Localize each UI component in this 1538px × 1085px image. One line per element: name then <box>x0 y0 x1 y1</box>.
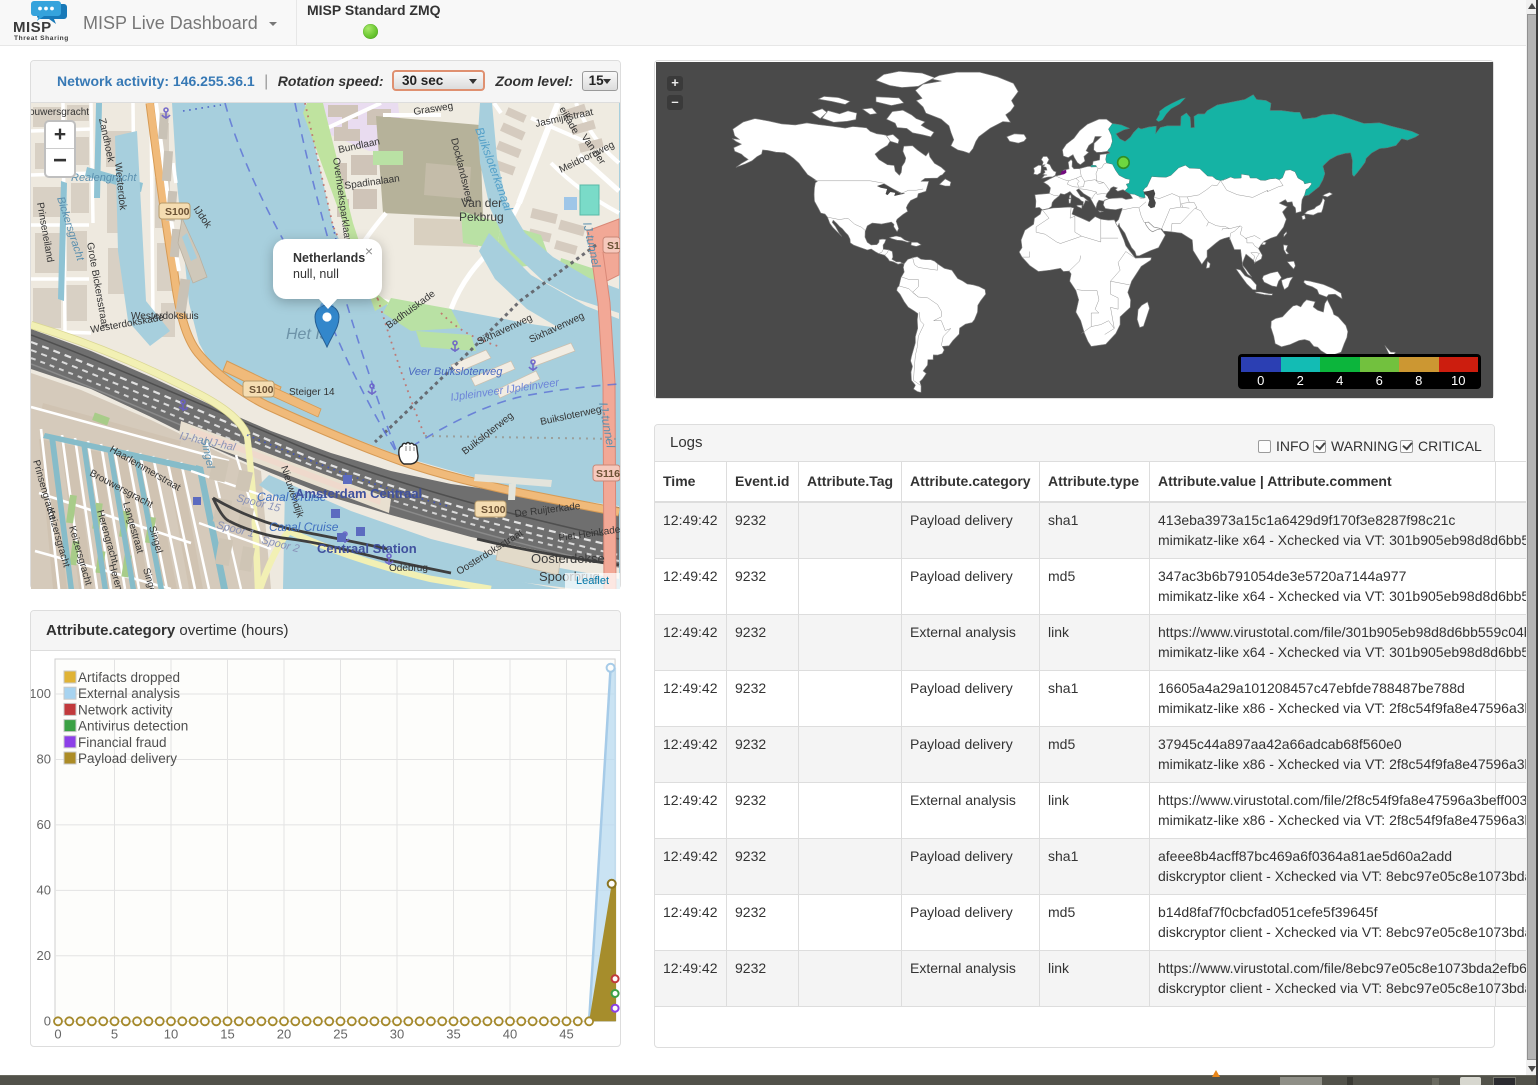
svg-text:45: 45 <box>559 1026 573 1041</box>
svg-text:Veer Buiksloterweg: Veer Buiksloterweg <box>408 366 503 378</box>
svg-text:ouwersgracht: ouwersgracht <box>31 107 89 118</box>
svg-text:30: 30 <box>390 1026 404 1041</box>
svg-text:S1: S1 <box>607 240 620 252</box>
svg-text:Centraal Station: Centraal Station <box>317 541 417 556</box>
svg-text:S100: S100 <box>481 504 506 516</box>
svg-text:S116: S116 <box>596 468 620 480</box>
svg-text:20: 20 <box>37 948 51 963</box>
svg-text:Threat Sharing: Threat Sharing <box>14 35 69 42</box>
svg-text:Artifacts dropped: Artifacts dropped <box>78 670 180 685</box>
svg-text:15: 15 <box>220 1026 234 1041</box>
svg-text:Pekbrug: Pekbrug <box>459 210 504 224</box>
svg-text:Canal Cruise: Canal Cruise <box>269 520 339 534</box>
svg-text:Odebrug: Odebrug <box>389 563 428 574</box>
svg-text:25: 25 <box>333 1026 347 1041</box>
svg-text:40: 40 <box>503 1026 517 1041</box>
svg-text:S100: S100 <box>165 206 190 218</box>
svg-text:5: 5 <box>111 1026 118 1041</box>
svg-text:Steiger 14: Steiger 14 <box>289 387 335 398</box>
svg-text:40: 40 <box>37 882 51 897</box>
svg-text:Financial fraud: Financial fraud <box>78 735 167 750</box>
svg-text:0: 0 <box>54 1026 61 1041</box>
svg-text:Westerdoksluis: Westerdoksluis <box>131 311 199 322</box>
svg-text:Payload delivery: Payload delivery <box>78 751 177 766</box>
svg-text:20: 20 <box>277 1026 291 1041</box>
svg-text:External analysis: External analysis <box>78 686 180 701</box>
svg-text:Oosterdokse: Oosterdokse <box>531 551 605 566</box>
svg-text:0: 0 <box>44 1013 51 1028</box>
svg-text:80: 80 <box>37 752 51 767</box>
svg-text:Amsterdam Centraal: Amsterdam Centraal <box>295 486 422 501</box>
svg-text:35: 35 <box>446 1026 460 1041</box>
svg-text:60: 60 <box>37 817 51 832</box>
svg-text:Antivirus detection: Antivirus detection <box>78 719 188 734</box>
svg-text:MISP: MISP <box>13 19 52 36</box>
svg-text:10: 10 <box>164 1026 178 1041</box>
svg-text:Van der: Van der <box>461 196 502 210</box>
svg-text:Realengracht: Realengracht <box>71 172 137 184</box>
svg-text:Network activity: Network activity <box>78 702 173 717</box>
svg-text:S100: S100 <box>249 384 274 396</box>
svg-text:100: 100 <box>31 686 51 701</box>
